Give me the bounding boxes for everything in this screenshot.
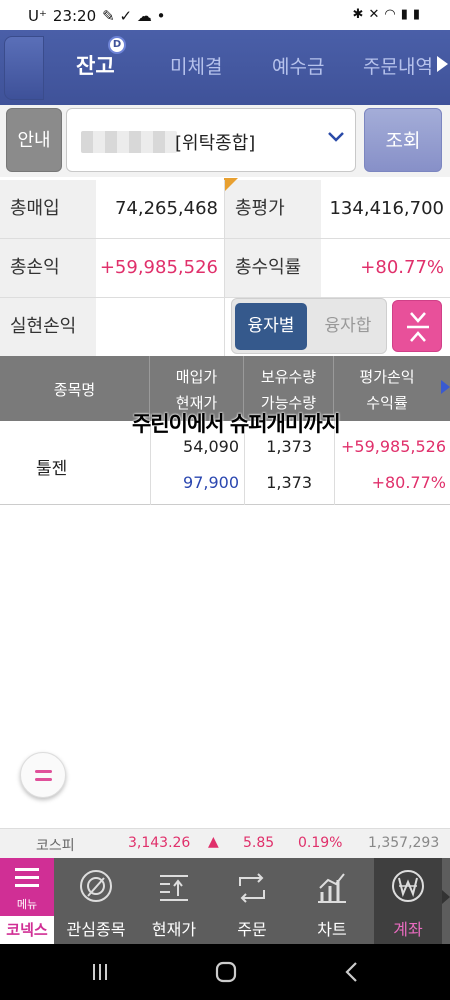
- up-triangle-icon: ▲: [208, 834, 219, 850]
- index-volume: 1,357,293: [368, 835, 440, 851]
- corner-marker-icon: [224, 178, 238, 192]
- nav-order[interactable]: 주문: [212, 858, 292, 944]
- system-icons: ✱ ✕ ◠ ▮ ▮: [353, 7, 420, 22]
- total-pl-label: 총손익: [0, 239, 96, 297]
- total-pl-value: +59,985,526: [96, 239, 224, 297]
- query-button[interactable]: 조회: [364, 108, 442, 172]
- col-name[interactable]: 종목명: [0, 356, 150, 421]
- wifi-icon: ◠: [384, 7, 396, 22]
- total-buy-label: 총매입: [0, 180, 96, 238]
- loan-toggle[interactable]: 융자별 융자합: [231, 298, 387, 354]
- total-return-value: +80.77%: [321, 239, 450, 297]
- nav-current-price-label: 현재가: [151, 920, 197, 939]
- index-change: 5.85: [243, 835, 275, 851]
- tab-scroll-right-icon[interactable]: [437, 56, 448, 72]
- realized-pl-value: [96, 298, 224, 356]
- realized-pl-label: 실현손익: [0, 298, 96, 356]
- system-nav-bar: [0, 944, 450, 1000]
- hamburger-icon: [15, 868, 39, 892]
- watchlist-icon: [80, 870, 112, 902]
- toggle-loan-sum[interactable]: 융자합: [312, 303, 384, 350]
- scroll-right-icon[interactable]: [441, 380, 450, 394]
- stock-name: 툴젠: [36, 459, 68, 479]
- col-pl[interactable]: 평가손익 수익률: [334, 356, 440, 421]
- order-icon: [239, 873, 265, 903]
- notification-icons: ✎ ✓ ☁ •: [102, 7, 166, 25]
- toggle-by-loan[interactable]: 융자별: [235, 303, 307, 350]
- nav-watchlist-label: 관심종목: [66, 920, 126, 939]
- battery-icon: ▮: [412, 7, 420, 22]
- tab-order-history[interactable]: 주문내역: [363, 52, 433, 79]
- status-bar: U⁺ 23:20 ✎ ✓ ☁ • ✱ ✕ ◠ ▮ ▮: [0, 0, 450, 30]
- collapse-icon: [407, 312, 429, 342]
- menu-button[interactable]: 메뉴: [0, 858, 54, 916]
- nav-watchlist[interactable]: 관심종목: [56, 858, 136, 944]
- index-ticker[interactable]: 코스피 3,143.26 ▲ 5.85 0.19% 1,357,293: [0, 828, 450, 858]
- collapse-button[interactable]: [392, 300, 442, 352]
- eval-pl: +59,985,526: [340, 437, 446, 456]
- guide-button[interactable]: 안내: [6, 108, 62, 172]
- nav-more-icon[interactable]: [442, 890, 450, 904]
- chevron-down-icon: [328, 132, 344, 142]
- return-rate: +80.77%: [371, 473, 446, 492]
- account-won-icon: [392, 870, 424, 902]
- mute-icon: ✕: [368, 7, 380, 22]
- back-icon[interactable]: [342, 961, 362, 983]
- carrier-label: U⁺: [28, 7, 47, 25]
- index-change-rate: 0.19%: [298, 835, 343, 851]
- divider: [0, 238, 450, 239]
- index-value: 3,143.26: [128, 835, 191, 851]
- tab-bar: 잔고 D 미체결 예수금 주문내역: [0, 30, 450, 105]
- divider: [224, 180, 225, 356]
- col-holding-qty-label: 보유수량: [260, 368, 317, 386]
- nav-account[interactable]: 계좌: [374, 858, 442, 944]
- tab-deposit[interactable]: 예수금: [272, 52, 324, 79]
- col-buy-price-label: 매입가: [175, 368, 218, 386]
- total-eval-value: 134,416,700: [321, 180, 450, 238]
- floating-menu-button[interactable]: [20, 752, 66, 798]
- recent-apps-icon[interactable]: [90, 962, 110, 982]
- account-select[interactable]: [위탁종합]: [66, 108, 356, 172]
- buy-price: 54,090: [183, 437, 239, 456]
- current-price: 97,900: [183, 473, 239, 492]
- holding-qty: 1,373: [266, 437, 312, 456]
- nav-current-price[interactable]: 현재가: [134, 858, 214, 944]
- total-eval-label: 총평가: [225, 180, 321, 238]
- home-icon[interactable]: [214, 960, 238, 984]
- account-type: [위탁종합]: [175, 133, 256, 154]
- menu-label: 메뉴: [16, 898, 38, 911]
- bottom-nav: 메뉴 코넥스 관심종목 현재가 주문 차트 계좌: [0, 858, 450, 944]
- nav-chart[interactable]: 차트: [292, 858, 372, 944]
- total-return-label: 총수익률: [225, 239, 321, 297]
- clock: 23:20: [52, 7, 97, 25]
- index-name: 코스피: [36, 838, 75, 854]
- price-icon: [160, 875, 188, 901]
- masked-account-number: [81, 131, 177, 153]
- brand-label[interactable]: 코넥스: [0, 916, 54, 944]
- tab-unfilled[interactable]: 미체결: [170, 52, 222, 79]
- bluetooth-icon: ✱: [352, 7, 364, 22]
- chart-icon: [318, 873, 346, 903]
- equals-icon-bar: [35, 778, 52, 781]
- notification-badge: D: [108, 36, 126, 54]
- signal-icon: ▮: [400, 7, 408, 22]
- col-name-label: 종목명: [53, 381, 96, 399]
- watermark-text: 주린이에서 슈퍼개미까지: [132, 412, 341, 436]
- tab-balance[interactable]: 잔고: [76, 50, 115, 80]
- available-qty: 1,373: [266, 473, 312, 492]
- back-button[interactable]: [4, 36, 44, 100]
- nav-order-label: 주문: [237, 920, 267, 939]
- col-return-label: 수익률: [366, 394, 408, 412]
- nav-chart-label: 차트: [317, 920, 347, 939]
- equals-icon: [35, 770, 52, 773]
- nav-account-label: 계좌: [393, 920, 423, 939]
- account-row: 안내 [위탁종합] 조회: [0, 105, 450, 177]
- col-eval-pl-label: 평가손익: [359, 368, 415, 386]
- total-buy-value: 74,265,468: [96, 180, 224, 238]
